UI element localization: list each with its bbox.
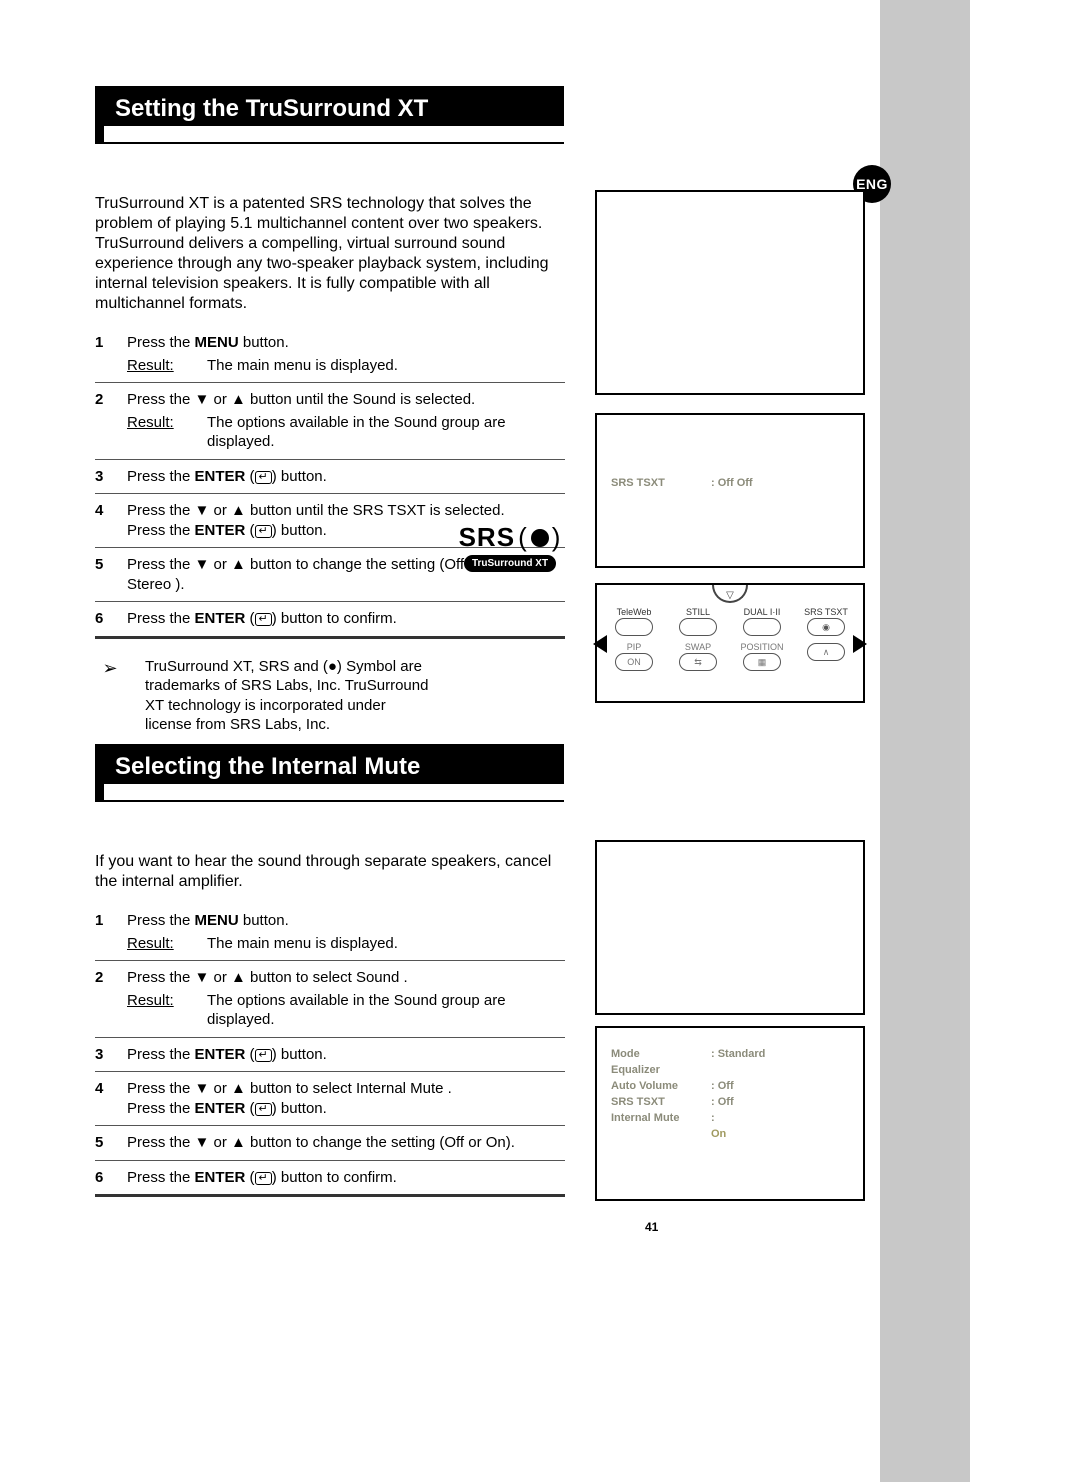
section-intro: If you want to hear the sound through se…	[95, 852, 565, 892]
remote-row: PIPON SWAP⇆ POSITION▦ ∧	[597, 638, 863, 674]
note-pointer-icon: ➢	[95, 657, 125, 680]
enter-icon: ↵	[255, 1172, 272, 1185]
section-heading: Setting the TruSurround XT	[95, 90, 565, 128]
steps-list: 1 Press the MENU button. Result:The main…	[95, 326, 565, 639]
step-body: Press the MENU button. Result:The main m…	[127, 911, 565, 953]
enter-icon: ↵	[255, 1103, 272, 1116]
result-text: The main menu is displayed.	[207, 356, 565, 376]
step-num: 2	[95, 968, 109, 1030]
heading-bar: Selecting the Internal Mute	[95, 748, 565, 786]
step-num: 2	[95, 390, 109, 452]
dot-icon	[531, 529, 549, 547]
osd-label: SRS TSXT	[611, 477, 711, 489]
remote-button: DUAL I·II	[733, 607, 791, 636]
result-text: The options available in the Sound group…	[207, 991, 565, 1030]
step-body: Press the ▼ or ▲ button until the Sound …	[127, 390, 565, 452]
section-intro: TruSurround XT is a patented SRS technol…	[95, 194, 565, 314]
step-num: 5	[95, 555, 109, 594]
section-internal-mute: Selecting the Internal Mute If you want …	[95, 748, 565, 1197]
remote-row: TeleWeb STILL DUAL I·II SRS TSXT◉	[597, 603, 863, 638]
result-label: Result:	[127, 934, 177, 954]
step-body: Press the ▼ or ▲ button to select Intern…	[127, 1079, 565, 1118]
figure-osd-internal-mute: Mode: Standard Equalizer Auto Volume: Of…	[595, 1026, 865, 1201]
step-row: 4 Press the ▼ or ▲ button to select Inte…	[95, 1072, 565, 1126]
step-row: 3 Press the ENTER (↵) button.	[95, 1038, 565, 1073]
page-number: 41	[645, 1220, 658, 1234]
heading-bar: Setting the TruSurround XT	[95, 90, 565, 128]
step-row: 6 Press the ENTER (↵) button to confirm.	[95, 1161, 565, 1198]
osd-row: SRS TSXT : Off Off	[597, 475, 863, 491]
remote-button: SRS TSXT◉	[797, 607, 855, 636]
osd-row: Internal Mute:	[597, 1110, 863, 1126]
osd-row-highlight: On	[597, 1126, 863, 1142]
step-row: 2 Press the ▼ or ▲ button to select Soun…	[95, 961, 565, 1038]
step-num: 4	[95, 1079, 109, 1118]
sidebar-accent	[880, 0, 970, 1482]
srs-logo: SRS() TruSurround XT	[455, 522, 565, 572]
osd-row: Auto Volume: Off	[597, 1078, 863, 1094]
osd-row: SRS TSXT: Off	[597, 1094, 863, 1110]
step-num: 1	[95, 911, 109, 953]
remote-button: STILL	[669, 607, 727, 636]
right-arrow-icon	[853, 635, 867, 653]
step-row: 2 Press the ▼ or ▲ button until the Soun…	[95, 383, 565, 460]
step-num: 3	[95, 467, 109, 487]
enter-icon: ↵	[255, 613, 272, 626]
figure-osd-sound-1	[595, 190, 865, 395]
step-num: 5	[95, 1133, 109, 1153]
step-row: 5 Press the ▼ or ▲ button to change the …	[95, 1126, 565, 1161]
note-row: ➢ TruSurround XT, SRS and (●) Symbol are…	[95, 657, 565, 735]
manual-page: ENG Setting the TruSurround XT TruSurrou…	[0, 0, 1080, 1482]
step-num: 6	[95, 609, 109, 629]
step-row: 3 Press the ENTER (↵) button.	[95, 460, 565, 495]
step-num: 3	[95, 1045, 109, 1065]
figure-osd-srs: SRS TSXT : Off Off	[595, 413, 865, 568]
step-row: 1 Press the MENU button. Result:The main…	[95, 904, 565, 961]
enter-icon: ↵	[255, 1049, 272, 1062]
step-row: 6 Press the ENTER (↵) button to confirm.	[95, 602, 565, 639]
step-body: Press the ENTER (↵) button.	[127, 1045, 565, 1065]
step-row: 1 Press the MENU button. Result:The main…	[95, 326, 565, 383]
srs-pill: TruSurround XT	[464, 555, 556, 572]
osd-row: Mode: Standard	[597, 1046, 863, 1062]
step-num: 4	[95, 501, 109, 540]
result-text: The main menu is displayed.	[207, 934, 565, 954]
step-num: 1	[95, 333, 109, 375]
section-heading: Selecting the Internal Mute	[95, 748, 565, 786]
step-body: Press the ▼ or ▲ button to change the se…	[127, 1133, 565, 1153]
step-body: Press the ENTER (↵) button.	[127, 467, 565, 487]
steps-list: 1 Press the MENU button. Result:The main…	[95, 904, 565, 1197]
result-label: Result:	[127, 356, 177, 376]
figure-osd-sound-2	[595, 840, 865, 1015]
step-num: 6	[95, 1168, 109, 1188]
enter-icon: ↵	[255, 471, 272, 484]
result-label: Result:	[127, 413, 177, 452]
left-arrow-icon	[593, 635, 607, 653]
figure-remote: ▽ TeleWeb STILL DUAL I·II SRS TSXT◉ PIPO…	[595, 583, 865, 703]
result-text: The options available in the Sound group…	[207, 413, 565, 452]
step-body: Press the ENTER (↵) button to confirm.	[127, 1168, 565, 1188]
step-body: Press the ENTER (↵) button to confirm.	[127, 609, 565, 629]
remote-button: TeleWeb	[605, 607, 663, 636]
step-body: Press the ▼ or ▲ button to select Sound …	[127, 968, 565, 1030]
osd-row: Equalizer	[597, 1062, 863, 1078]
note-text: TruSurround XT, SRS and (●) Symbol are t…	[145, 657, 435, 735]
enter-icon: ↵	[255, 525, 272, 538]
step-body: Press the MENU button. Result:The main m…	[127, 333, 565, 375]
result-label: Result:	[127, 991, 177, 1030]
section-trusurround: Setting the TruSurround XT TruSurround X…	[95, 90, 565, 784]
